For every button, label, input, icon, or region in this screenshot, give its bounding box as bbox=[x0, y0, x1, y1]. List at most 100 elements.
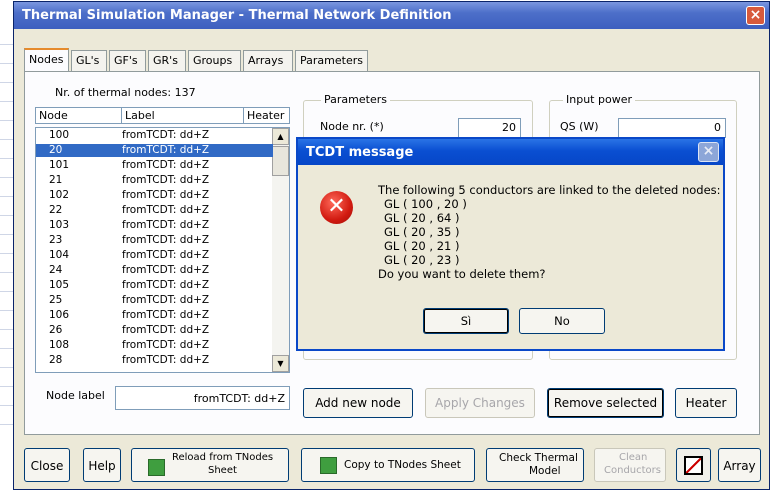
thermal-node-count: Nr. of thermal nodes: 137 bbox=[55, 86, 196, 99]
help-button[interactable]: Help bbox=[83, 448, 121, 482]
node-label: fromTCDT: dd+Z bbox=[122, 219, 210, 231]
node-label-caption: Node label bbox=[46, 389, 105, 402]
array-button[interactable]: Array bbox=[718, 448, 761, 482]
sheet-gridline bbox=[0, 82, 14, 83]
tab-parameters[interactable]: Parameters bbox=[295, 50, 368, 71]
node-list-row[interactable]: 24 fromTCDT: dd+Z bbox=[36, 264, 273, 277]
column-header-heater[interactable]: Heater bbox=[244, 108, 290, 123]
sheet-gridline bbox=[0, 386, 14, 387]
node-list[interactable]: ▲ ▼ 100 fromTCDT: dd+Z 20 fromTCDT: dd+Z 101… bbox=[35, 127, 290, 373]
sheet-gridline bbox=[0, 63, 14, 64]
node-list-row[interactable]: 26 fromTCDT: dd+Z bbox=[36, 324, 273, 337]
node-list-row[interactable]: 108 fromTCDT: dd+Z bbox=[36, 339, 273, 352]
node-label: fromTCDT: dd+Z bbox=[122, 324, 210, 336]
close-button[interactable]: Close bbox=[24, 448, 70, 482]
dialog-titlebar[interactable]: TCDT message × bbox=[298, 139, 723, 165]
column-header-label[interactable]: Label bbox=[122, 108, 244, 123]
sheet-gridline bbox=[0, 424, 14, 425]
node-label: fromTCDT: dd+Z bbox=[122, 234, 210, 246]
sheet-gridline bbox=[0, 177, 14, 178]
heater-button[interactable]: Heater bbox=[675, 388, 737, 418]
sheet-gridline bbox=[0, 215, 14, 216]
node-list-row[interactable]: 23 fromTCDT: dd+Z bbox=[36, 234, 273, 247]
window-titlebar[interactable]: Thermal Simulation Manager - Thermal Net… bbox=[14, 2, 769, 29]
node-list-row[interactable]: 100 fromTCDT: dd+Z bbox=[36, 129, 273, 142]
node-list-row[interactable]: 101 fromTCDT: dd+Z bbox=[36, 159, 273, 172]
scroll-down-icon[interactable]: ▼ bbox=[272, 355, 289, 372]
tab-gfs[interactable]: GF's bbox=[109, 50, 146, 71]
node-label: fromTCDT: dd+Z bbox=[122, 339, 210, 351]
sheet-gridline bbox=[0, 348, 14, 349]
node-label: fromTCDT: dd+Z bbox=[122, 309, 210, 321]
node-number: 105 bbox=[49, 279, 70, 291]
scroll-thumb[interactable] bbox=[272, 146, 289, 176]
node-label: fromTCDT: dd+Z bbox=[122, 249, 210, 261]
sheet-gridline bbox=[0, 310, 14, 311]
node-nr-input[interactable]: 20 bbox=[458, 118, 521, 138]
dialog-no-button[interactable]: No bbox=[519, 308, 605, 334]
apply-changes-button[interactable]: Apply Changes bbox=[425, 388, 535, 418]
node-label: fromTCDT: dd+Z bbox=[122, 129, 210, 141]
window-close-icon[interactable]: × bbox=[746, 6, 765, 25]
node-nr-label: Node nr. (*) bbox=[320, 120, 384, 133]
tcdt-message-dialog: TCDT message × ✕ The following 5 conduct… bbox=[296, 137, 725, 351]
dialog-yes-button[interactable]: Sì bbox=[423, 308, 509, 334]
node-list-row[interactable]: 28 fromTCDT: dd+Z bbox=[36, 354, 273, 367]
node-label-input[interactable]: fromTCDT: dd+Z bbox=[115, 386, 290, 410]
sheet-gridline bbox=[0, 367, 14, 368]
node-list-row[interactable]: 25 fromTCDT: dd+Z bbox=[36, 294, 273, 307]
check-label-line1: Check Thermal bbox=[499, 452, 578, 464]
reload-from-tnodes-button[interactable]: Reload from TNodes Sheet bbox=[131, 448, 289, 482]
array-icon-button[interactable] bbox=[676, 448, 711, 482]
node-list-row[interactable]: 20 fromTCDT: dd+Z bbox=[36, 144, 273, 157]
node-list-row[interactable]: 103 fromTCDT: dd+Z bbox=[36, 219, 273, 232]
sheet-gridline bbox=[0, 272, 14, 273]
tab-arrays[interactable]: Arrays bbox=[243, 50, 293, 71]
sheet-gridline bbox=[0, 44, 14, 45]
node-list-row[interactable]: 102 fromTCDT: dd+Z bbox=[36, 189, 273, 202]
error-icon: ✕ bbox=[320, 191, 353, 224]
remove-selected-button[interactable]: Remove selected bbox=[547, 388, 664, 418]
dialog-message-line: GL ( 100 , 20 ) bbox=[384, 197, 467, 211]
node-number: 25 bbox=[49, 294, 63, 306]
node-list-row[interactable]: 105 fromTCDT: dd+Z bbox=[36, 279, 273, 292]
node-list-row[interactable]: 22 fromTCDT: dd+Z bbox=[36, 204, 273, 217]
clean-conductors-button[interactable]: Clean Conductors bbox=[594, 448, 666, 482]
node-list-scrollbar[interactable]: ▲ ▼ bbox=[272, 128, 289, 372]
node-list-header: Node Label Heater bbox=[35, 107, 290, 124]
qs-input[interactable]: 0 bbox=[618, 118, 726, 138]
sheet-gridline bbox=[0, 253, 14, 254]
tab-gls[interactable]: GL's bbox=[71, 50, 107, 71]
node-list-row[interactable]: 21 fromTCDT: dd+Z bbox=[36, 174, 273, 187]
sheet-gridline bbox=[0, 139, 14, 140]
node-number: 102 bbox=[49, 189, 70, 201]
node-number: 103 bbox=[49, 219, 70, 231]
reload-label-line2: Sheet bbox=[208, 465, 237, 476]
input-power-group-title: Input power bbox=[563, 93, 635, 106]
node-number: 20 bbox=[49, 144, 63, 156]
node-label: fromTCDT: dd+Z bbox=[122, 189, 210, 201]
check-thermal-model-button[interactable]: Check Thermal Model bbox=[486, 448, 584, 482]
copy-to-tnodes-button[interactable]: Copy to TNodes Sheet bbox=[301, 448, 475, 482]
tab-nodes[interactable]: Nodes bbox=[24, 48, 69, 72]
scroll-up-icon[interactable]: ▲ bbox=[272, 128, 289, 145]
dialog-message-line: GL ( 20 , 64 ) bbox=[384, 211, 460, 225]
sheet-gridline bbox=[0, 101, 14, 102]
dialog-close-icon[interactable]: × bbox=[698, 142, 719, 162]
node-number: 21 bbox=[49, 174, 63, 186]
node-label: fromTCDT: dd+Z bbox=[122, 279, 210, 291]
tab-groups[interactable]: Groups bbox=[188, 50, 241, 71]
node-label: fromTCDT: dd+Z bbox=[122, 294, 210, 306]
node-label: fromTCDT: dd+Z bbox=[122, 204, 210, 216]
node-list-row[interactable]: 104 fromTCDT: dd+Z bbox=[36, 249, 273, 262]
tab-grs[interactable]: GR's bbox=[148, 50, 186, 71]
sheet-gridline bbox=[0, 405, 14, 406]
node-label: fromTCDT: dd+Z bbox=[122, 354, 210, 366]
sheet-gridline bbox=[0, 196, 14, 197]
add-new-node-button[interactable]: Add new node bbox=[303, 388, 413, 418]
node-label: fromTCDT: dd+Z bbox=[122, 159, 210, 171]
sheet-gridline bbox=[0, 234, 14, 235]
node-list-row[interactable]: 106 fromTCDT: dd+Z bbox=[36, 309, 273, 322]
column-header-node[interactable]: Node bbox=[36, 108, 122, 123]
reload-label-line1: Reload from TNodes bbox=[172, 452, 274, 463]
